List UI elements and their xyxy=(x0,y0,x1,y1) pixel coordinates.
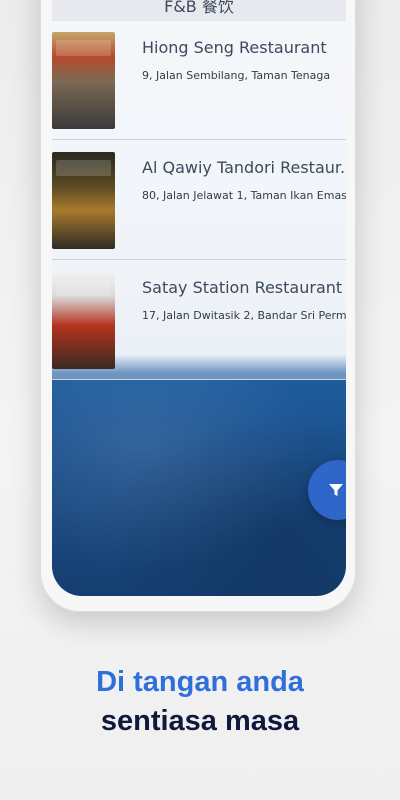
list-item[interactable]: Hiong Seng Restaurant 9, Jalan Sembilang… xyxy=(52,20,346,140)
restaurant-list: Hiong Seng Restaurant 9, Jalan Sembilang… xyxy=(52,20,346,380)
tagline-primary: Di tangan anda xyxy=(96,666,304,698)
filter-icon xyxy=(329,484,343,496)
list-item[interactable]: Satay Station Restaurant 17, Jalan Dwita… xyxy=(52,260,346,380)
restaurant-thumbnail xyxy=(52,152,115,249)
restaurant-name: Al Qawiy Tandori Restaur... xyxy=(142,158,346,177)
restaurant-name: Satay Station Restaurant xyxy=(142,278,343,297)
restaurant-address: 80, Jalan Jelawat 1, Taman Ikan Emas xyxy=(142,189,346,202)
phone-frame: F&B 餐饮 Hiong Seng Restaurant 9, Jalan Se… xyxy=(40,0,356,612)
restaurant-thumbnail xyxy=(52,272,115,369)
restaurant-name: Hiong Seng Restaurant xyxy=(142,38,327,57)
app-header: F&B 餐饮 xyxy=(52,0,346,21)
restaurant-address: 17, Jalan Dwitasik 2, Bandar Sri Permais… xyxy=(142,309,346,322)
phone-screen: F&B 餐饮 Hiong Seng Restaurant 9, Jalan Se… xyxy=(52,0,346,596)
page-title: F&B 餐饮 xyxy=(164,0,234,16)
restaurant-thumbnail xyxy=(52,32,115,129)
restaurant-address: 9, Jalan Sembilang, Taman Tenaga xyxy=(142,69,331,82)
background-image xyxy=(52,380,346,596)
tagline-secondary: sentiasa masa xyxy=(100,705,300,737)
list-item[interactable]: Al Qawiy Tandori Restaur... 80, Jalan Je… xyxy=(52,140,346,260)
